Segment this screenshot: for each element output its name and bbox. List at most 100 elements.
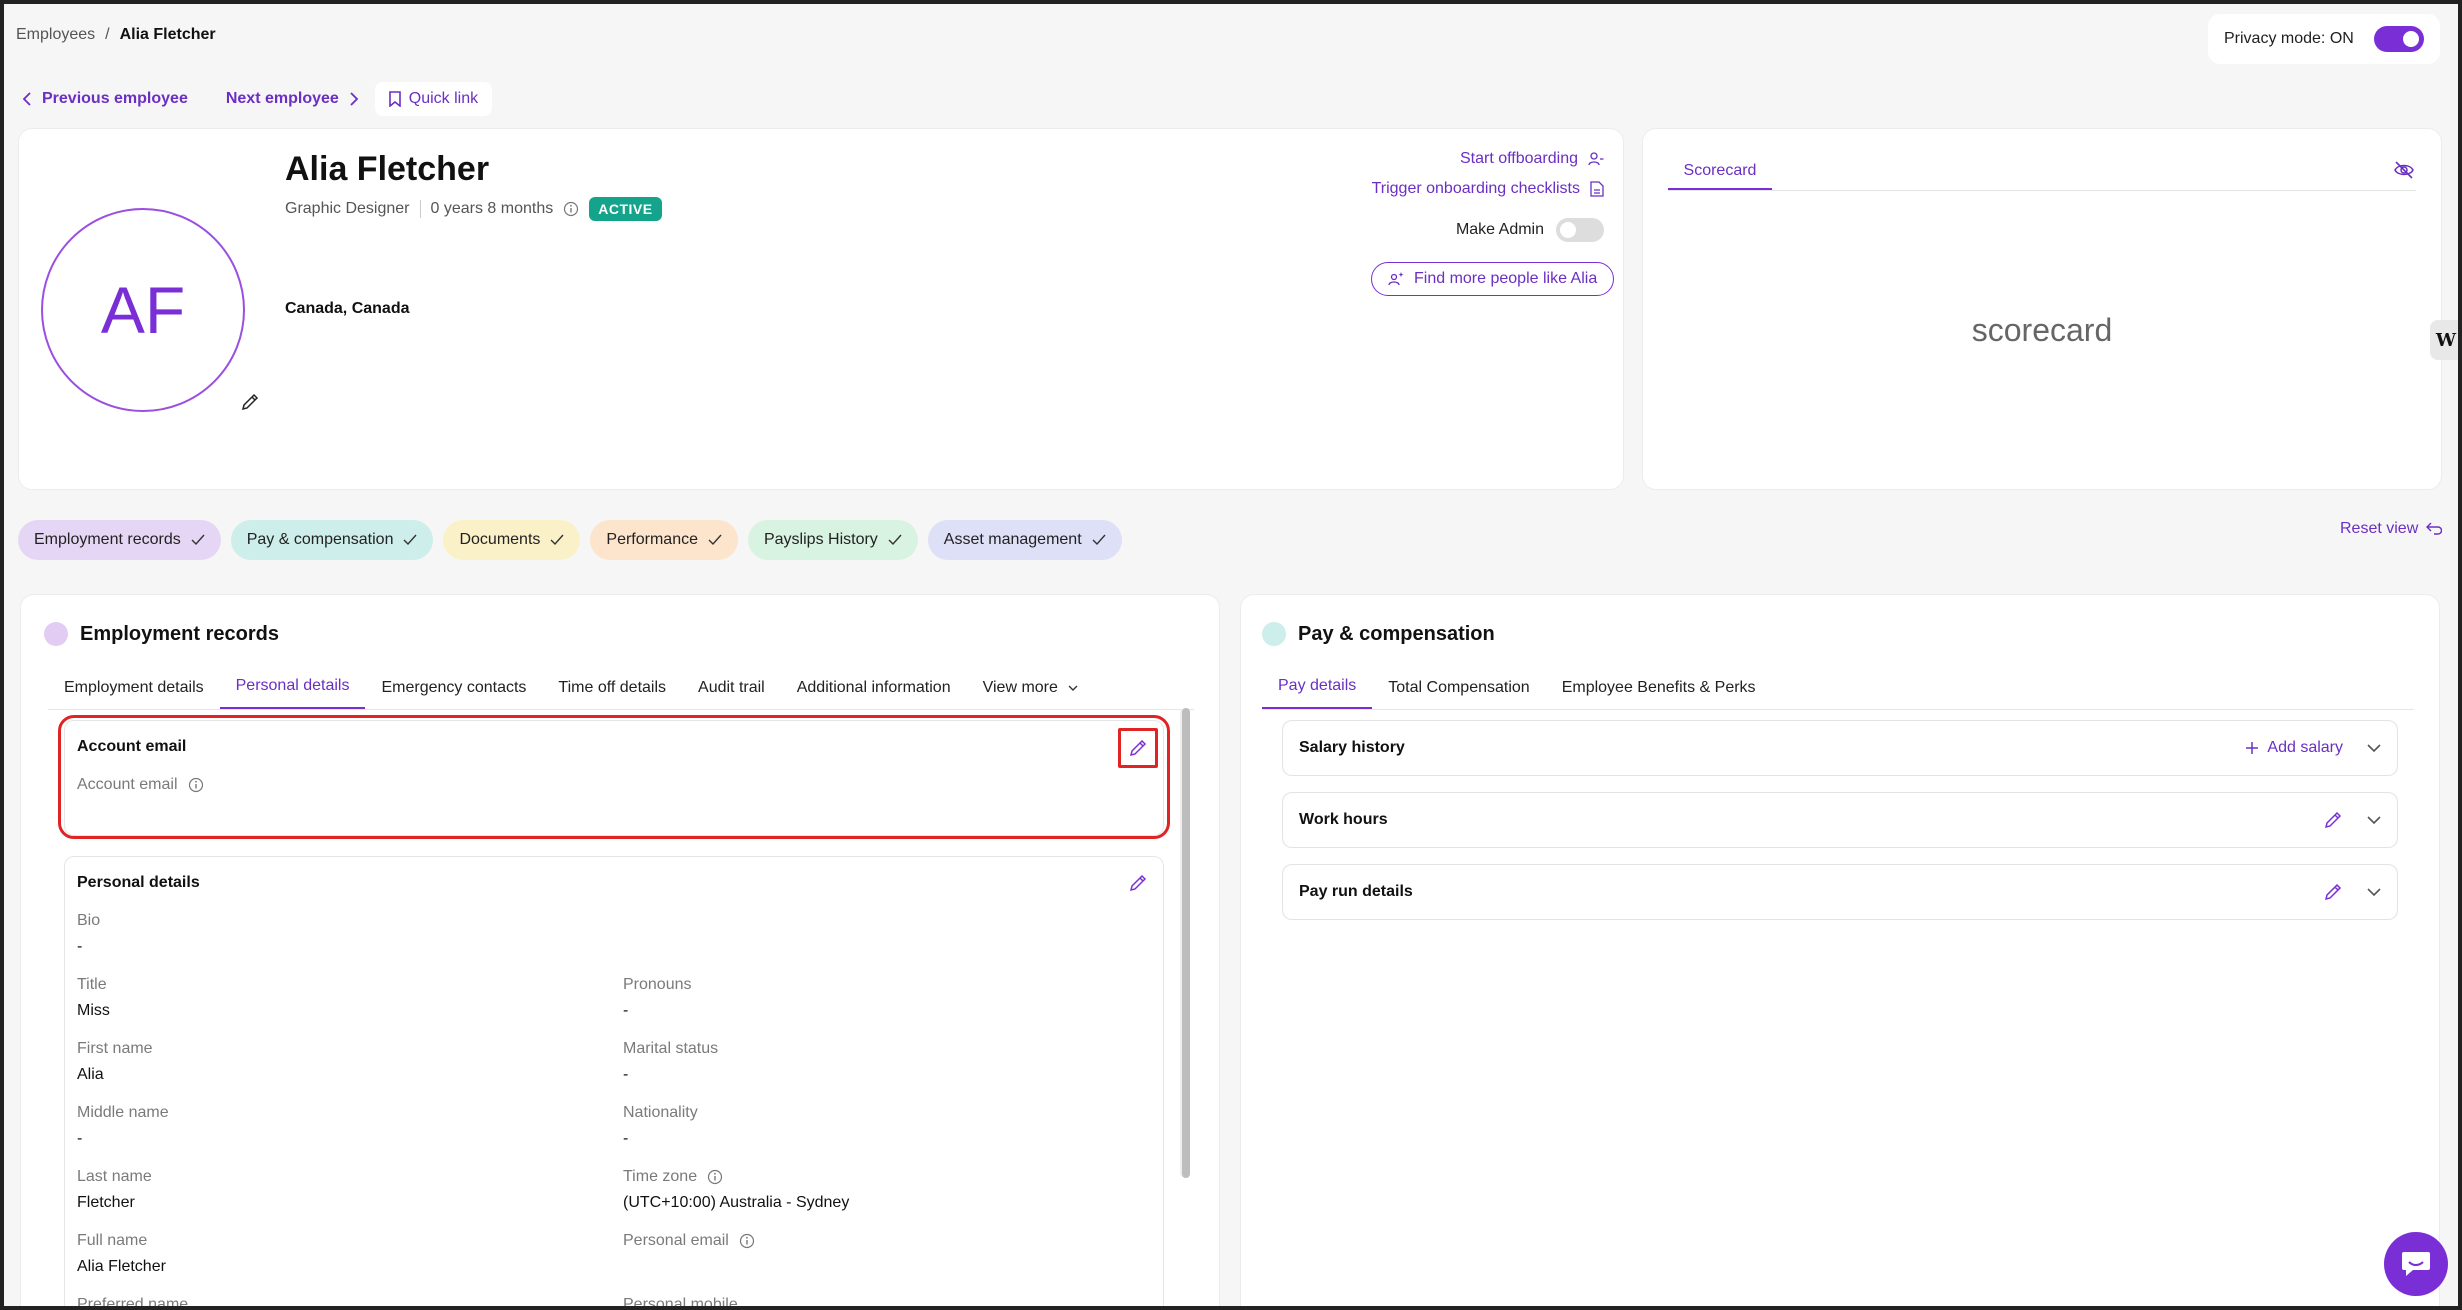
next-employee-link[interactable]: Next employee: [222, 86, 363, 112]
pay-run-details-accordion[interactable]: Pay run details: [1282, 864, 2398, 920]
bookmark-icon: [388, 91, 401, 107]
chat-button[interactable]: [2384, 1232, 2448, 1296]
tab-additional-information[interactable]: Additional information: [781, 679, 967, 709]
make-admin-toggle[interactable]: [1556, 218, 1604, 242]
quick-link-button[interactable]: Quick link: [374, 82, 493, 116]
tab-time-off-details[interactable]: Time off details: [542, 679, 682, 709]
personal-mobile-label: Personal mobile: [623, 1296, 738, 1306]
tab-employment-details[interactable]: Employment details: [48, 679, 220, 709]
check-icon: [1092, 534, 1106, 546]
last-name-value: Fletcher: [77, 1194, 135, 1211]
chip-label: Pay & compensation: [246, 531, 394, 548]
tab-total-compensation[interactable]: Total Compensation: [1372, 679, 1545, 709]
tab-employee-benefits[interactable]: Employee Benefits & Perks: [1546, 679, 1772, 709]
info-icon[interactable]: [739, 1233, 755, 1249]
start-offboarding-label: Start offboarding: [1459, 150, 1578, 167]
privacy-mode-toggle[interactable]: [2374, 26, 2424, 52]
find-more-people-button[interactable]: Find more people like Alia: [1371, 262, 1615, 296]
pay-run-details-actions: [2323, 882, 2381, 902]
employee-tenure: 0 years 8 months: [430, 200, 554, 217]
tab-pay-details[interactable]: Pay details: [1262, 677, 1373, 709]
chip-documents[interactable]: Documents: [443, 520, 581, 560]
account-email-label: Account email: [77, 776, 178, 793]
chevron-down-icon[interactable]: [2367, 743, 2381, 753]
chip-payslips-history[interactable]: Payslips History: [747, 520, 918, 560]
document-icon: [1590, 181, 1604, 197]
work-hours-accordion[interactable]: Work hours: [1282, 792, 2398, 848]
first-name-label: First name: [77, 1040, 153, 1057]
nationality-label: Nationality: [623, 1104, 698, 1121]
pencil-icon[interactable]: [2323, 810, 2343, 830]
employment-records-heading: Employment records: [80, 622, 279, 645]
privacy-mode-box: Privacy mode: ON: [2208, 14, 2440, 64]
account-email-title: Account email: [77, 738, 187, 755]
divider: [419, 200, 421, 218]
middle-name-label: Middle name: [77, 1104, 169, 1121]
scrollbar-thumb[interactable]: [1182, 708, 1190, 1178]
breadcrumb-employees[interactable]: Employees: [16, 26, 95, 44]
chip-asset-management[interactable]: Asset management: [927, 520, 1122, 560]
pay-compensation-heading: Pay & compensation: [1298, 622, 1495, 645]
tab-view-more[interactable]: View more: [967, 679, 1094, 709]
plus-icon: [2245, 741, 2259, 755]
chip-employment-records[interactable]: Employment records: [18, 520, 221, 560]
chip-label: Documents: [459, 531, 541, 548]
pencil-icon[interactable]: [2323, 882, 2343, 902]
section-dot: [44, 622, 68, 646]
info-icon[interactable]: [707, 1169, 723, 1185]
chevron-down-icon[interactable]: [2367, 815, 2381, 825]
title-value: Miss: [77, 1002, 110, 1019]
account-email-edit-button[interactable]: [1118, 728, 1158, 768]
tab-audit-trail[interactable]: Audit trail: [682, 679, 781, 709]
time-zone-label: Time zone: [623, 1168, 698, 1185]
employee-location: Canada, Canada: [285, 300, 410, 317]
tab-personal-details[interactable]: Personal details: [219, 677, 366, 709]
personal-details-title: Personal details: [77, 874, 200, 891]
sparkle-users-icon: [1388, 271, 1404, 287]
tab-emergency-contacts[interactable]: Emergency contacts: [365, 679, 542, 709]
check-icon: [403, 534, 417, 546]
app-frame: Employees / Alia Fletcher Privacy mode: …: [4, 4, 2458, 1306]
pay-compensation-title: Pay & compensation: [1262, 622, 1495, 646]
employee-subline: Graphic Designer 0 years 8 months ACTIVE: [285, 197, 662, 221]
preferred-name-label: Preferred name: [77, 1296, 189, 1306]
personal-details-card: [64, 856, 1164, 1306]
reset-view-label: Reset view: [2340, 520, 2419, 537]
next-employee-label: Next employee: [225, 90, 339, 107]
pencil-icon: [1128, 738, 1148, 758]
previous-employee-link[interactable]: Previous employee: [18, 86, 192, 112]
work-hours-title: Work hours: [1299, 811, 1388, 828]
salary-history-accordion[interactable]: Salary history Add salary: [1282, 720, 2398, 776]
tab-scorecard[interactable]: Scorecard: [1668, 162, 1772, 190]
breadcrumb-separator: /: [105, 26, 110, 43]
info-icon[interactable]: [563, 201, 579, 217]
eye-off-icon[interactable]: [2394, 160, 2414, 180]
chevron-right-icon: [349, 92, 359, 106]
status-badge: ACTIVE: [589, 197, 662, 221]
make-admin-label: Make Admin: [1455, 221, 1544, 238]
personal-details-edit-pencil-icon[interactable]: [1128, 873, 1148, 893]
full-name-value: Alia Fletcher: [77, 1258, 166, 1275]
chip-label: Employment records: [34, 531, 181, 548]
bio-value: -: [77, 938, 83, 955]
chevron-down-icon[interactable]: [2367, 887, 2381, 897]
pay-run-details-title: Pay run details: [1299, 883, 1413, 900]
check-icon: [191, 534, 205, 546]
info-icon[interactable]: [188, 777, 204, 793]
employee-nav: Previous employee Next employee Quick li…: [18, 82, 493, 116]
salary-history-title: Salary history: [1299, 739, 1405, 756]
employee-role: Graphic Designer: [285, 200, 410, 217]
trigger-onboarding-link[interactable]: Trigger onboarding checklists: [1344, 180, 1604, 198]
bio-label: Bio: [77, 912, 101, 929]
side-widget-w-icon[interactable]: W: [2430, 320, 2458, 360]
pay-tabs: Pay details Total Compensation Employee …: [1262, 672, 2414, 710]
chip-label: Performance: [606, 531, 698, 548]
chip-pay-compensation[interactable]: Pay & compensation: [230, 520, 434, 560]
avatar-edit-pencil-icon[interactable]: [240, 392, 260, 412]
full-name-label: Full name: [77, 1232, 148, 1249]
work-hours-actions: [2323, 810, 2381, 830]
chip-performance[interactable]: Performance: [590, 520, 738, 560]
add-salary-button[interactable]: Add salary: [2245, 739, 2343, 757]
start-offboarding-link[interactable]: Start offboarding: [1384, 150, 1604, 168]
reset-view-link[interactable]: Reset view: [2340, 520, 2443, 538]
